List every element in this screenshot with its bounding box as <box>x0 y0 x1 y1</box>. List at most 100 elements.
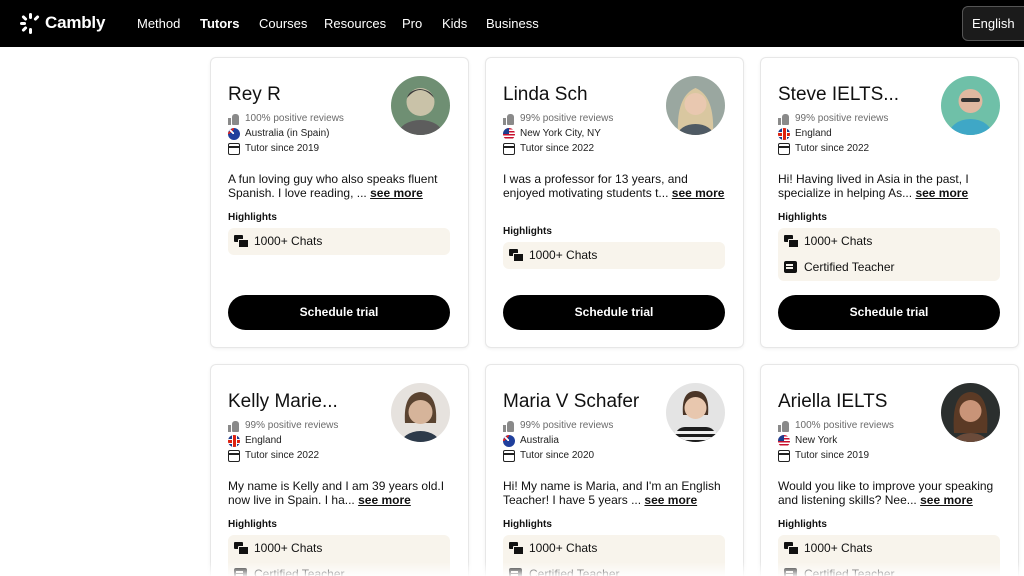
tutor-bio: Would you like to improve your speaking … <box>778 479 1004 507</box>
tutor-avatar[interactable] <box>666 76 725 135</box>
tutor-avatar[interactable] <box>666 383 725 442</box>
brand-logo[interactable]: Cambly <box>20 12 105 34</box>
since-row: Tutor since 2022 <box>228 450 319 462</box>
since-text: Tutor since 2019 <box>795 450 870 461</box>
highlights-title: Highlights <box>228 519 277 530</box>
reviews-row: 99% positive reviews <box>228 420 338 432</box>
brand-name: Cambly <box>45 13 106 32</box>
tutor-card[interactable]: Kelly Marie... 99% positive reviews Engl… <box>210 364 469 576</box>
reviews-text: 99% positive reviews <box>520 420 614 431</box>
highlights-title: Highlights <box>778 519 827 530</box>
highlights-box: 1000+ Chats Certified Teacher <box>778 228 1000 281</box>
nav-pro[interactable]: Pro <box>402 16 422 31</box>
chat-icon <box>234 542 249 555</box>
tutor-card[interactable]: Maria V Schafer 99% positive reviews Aus… <box>485 364 744 576</box>
nav-resources[interactable]: Resources <box>324 16 386 31</box>
highlight-chats: 1000+ Chats <box>234 234 322 248</box>
see-more-link[interactable]: see more <box>915 186 968 200</box>
highlight-text: Certified Teacher <box>804 567 895 576</box>
since-text: Tutor since 2022 <box>520 143 595 154</box>
highlight-chats: 1000+ Chats <box>509 248 597 262</box>
avatar-face <box>684 397 707 419</box>
location-row: New York City, NY <box>503 128 601 140</box>
avatar-face <box>408 400 433 424</box>
chat-icon <box>509 249 524 262</box>
tutor-avatar[interactable] <box>391 383 450 442</box>
see-more-link[interactable]: see more <box>920 493 973 507</box>
calendar-icon <box>228 143 240 155</box>
highlight-chats: 1000+ Chats <box>234 541 322 555</box>
tutor-name[interactable]: Kelly Marie... <box>228 391 338 413</box>
nav-method[interactable]: Method <box>137 16 180 31</box>
bio-text: I was a professor for 13 years, and enjo… <box>503 172 688 200</box>
since-text: Tutor since 2019 <box>245 143 320 154</box>
highlights-title: Highlights <box>503 519 552 530</box>
chat-icon <box>784 235 799 248</box>
chat-icon <box>784 542 799 555</box>
location-text: England <box>795 128 832 139</box>
since-row: Tutor since 2022 <box>503 143 594 155</box>
schedule-trial-button[interactable]: Schedule trial <box>778 295 1000 330</box>
tutor-name[interactable]: Ariella IELTS <box>778 391 887 413</box>
nav-courses[interactable]: Courses <box>259 16 307 31</box>
thumbs-up-icon <box>778 113 790 125</box>
tutor-name[interactable]: Maria V Schafer <box>503 391 639 413</box>
thumbs-up-icon <box>228 113 240 125</box>
language-button[interactable]: English <box>962 6 1024 41</box>
location-text: New York <box>795 435 838 446</box>
tutor-card[interactable]: Steve IELTS... 99% positive reviews Engl… <box>760 57 1019 348</box>
schedule-trial-button[interactable]: Schedule trial <box>228 295 450 330</box>
tutor-card[interactable]: Ariella IELTS 100% positive reviews New … <box>760 364 1019 576</box>
since-text: Tutor since 2022 <box>245 450 320 461</box>
schedule-trial-button[interactable]: Schedule trial <box>503 295 725 330</box>
highlight-text: Certified Teacher <box>254 567 345 576</box>
highlight-chats: 1000+ Chats <box>784 234 872 248</box>
tutor-avatar[interactable] <box>391 76 450 135</box>
nav-business[interactable]: Business <box>486 16 539 31</box>
since-row: Tutor since 2020 <box>503 450 594 462</box>
reviews-row: 99% positive reviews <box>778 113 888 125</box>
reviews-text: 99% positive reviews <box>245 420 339 431</box>
tutor-name[interactable]: Linda Sch <box>503 84 588 106</box>
highlight-certified: Certified Teacher <box>784 260 895 274</box>
chat-icon <box>509 542 524 555</box>
tutor-name[interactable]: Steve IELTS... <box>778 84 899 106</box>
bio-text: My name is Kelly and I am 39 years old.I… <box>228 479 445 507</box>
nav-kids[interactable]: Kids <box>442 16 467 31</box>
uk-flag-icon <box>228 435 240 447</box>
us-flag-icon <box>778 435 790 447</box>
tutor-avatar[interactable] <box>941 76 1000 135</box>
highlight-text: Certified Teacher <box>529 567 620 576</box>
see-more-link[interactable]: see more <box>672 186 725 200</box>
us-flag-icon <box>503 128 515 140</box>
nav-tutors[interactable]: Tutors <box>200 16 239 31</box>
reviews-text: 99% positive reviews <box>520 113 614 124</box>
highlights-box: 1000+ Chats <box>503 242 725 269</box>
cambly-logo-icon <box>20 12 41 34</box>
tutor-bio: A fun loving guy who also speaks fluent … <box>228 172 454 200</box>
tutor-avatar[interactable] <box>941 383 1000 442</box>
reviews-text: 100% positive reviews <box>795 420 894 431</box>
since-text: Tutor since 2022 <box>795 143 870 154</box>
avatar-stripe <box>675 431 716 434</box>
location-row: Australia <box>503 435 559 447</box>
tutor-name[interactable]: Rey R <box>228 84 281 106</box>
highlights-title: Highlights <box>503 226 552 237</box>
see-more-link[interactable]: see more <box>644 493 697 507</box>
calendar-icon <box>778 143 790 155</box>
see-more-link[interactable]: see more <box>370 186 423 200</box>
tutor-card[interactable]: Rey R 100% positive reviews Australia (i… <box>210 57 469 348</box>
calendar-icon <box>778 450 790 462</box>
highlights-box: 1000+ Chats Certified Teacher <box>778 535 1000 576</box>
location-text: Australia (in Spain) <box>245 128 330 139</box>
thumbs-up-icon <box>503 420 515 432</box>
avatar-face <box>959 400 982 422</box>
since-row: Tutor since 2022 <box>778 143 869 155</box>
since-text: Tutor since 2020 <box>520 450 595 461</box>
highlights-box: 1000+ Chats Certified Teacher <box>228 535 450 576</box>
australia-flag-icon <box>228 128 240 140</box>
highlights-title: Highlights <box>228 212 277 223</box>
reviews-row: 100% positive reviews <box>778 420 894 432</box>
see-more-link[interactable]: see more <box>358 493 411 507</box>
tutor-card[interactable]: Linda Sch 99% positive reviews New York … <box>485 57 744 348</box>
